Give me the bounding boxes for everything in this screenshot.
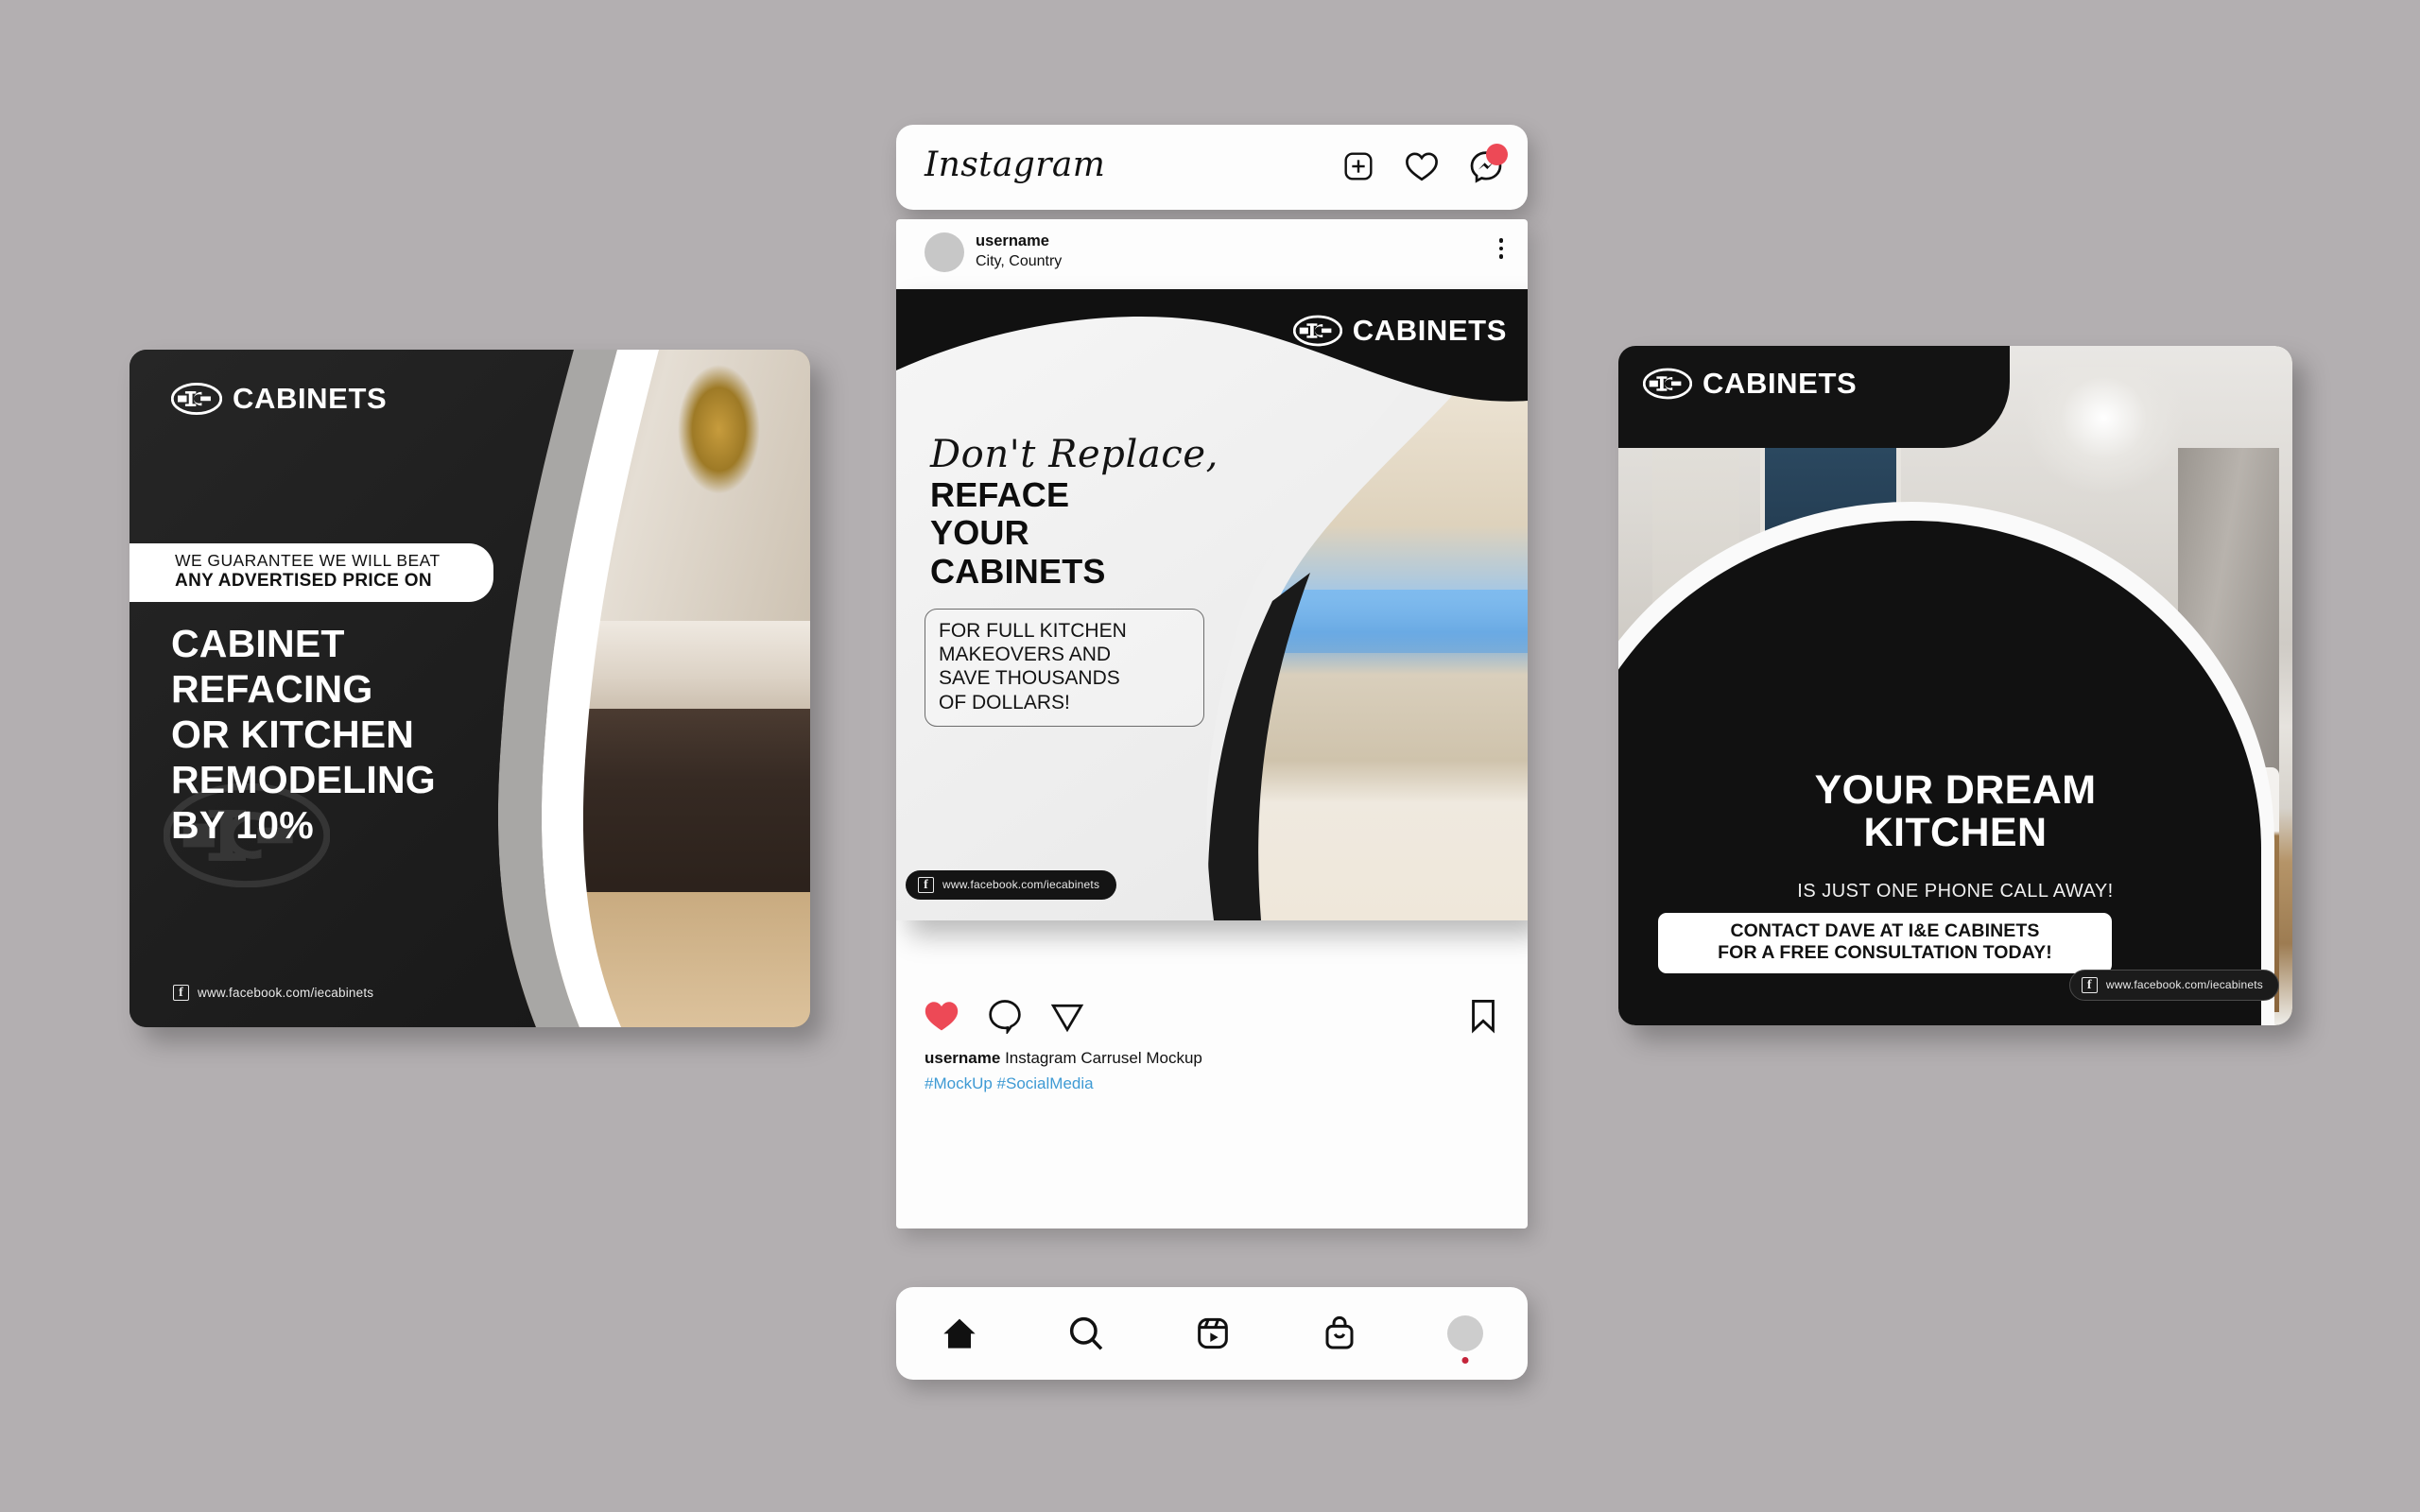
caption-text: Instagram Carrusel Mockup <box>1005 1049 1202 1067</box>
brand-logo-left: CABINETS <box>171 382 387 416</box>
instagram-wordmark[interactable]: Instagram <box>925 146 1105 184</box>
brand-logo-text: CABINETS <box>1352 314 1507 347</box>
post-user-row: username City, Country <box>896 219 1528 289</box>
post-caption: username Instagram Carrusel Mockup <box>925 1049 1202 1068</box>
slide-right-headline: YOUR DREAM KITCHEN <box>1814 767 2097 856</box>
bookmark-icon[interactable] <box>1469 998 1497 1034</box>
activity-heart-icon[interactable] <box>1405 150 1439 182</box>
search-icon[interactable] <box>1067 1314 1105 1352</box>
post-hashtags[interactable]: #MockUp #SocialMedia <box>925 1074 1094 1093</box>
ie-oval-logo-icon <box>171 383 222 415</box>
slide-right-subline: IS JUST ONE PHONE CALL AWAY! <box>1797 881 2114 902</box>
guarantee-line-1: WE GUARANTEE WE WILL BEAT <box>175 551 441 570</box>
brand-logo-middle: CABINETS <box>1292 314 1507 348</box>
share-icon[interactable] <box>1049 998 1085 1034</box>
instagram-bottom-nav <box>896 1287 1528 1380</box>
instagram-post: username City, Country CABINETS Don't Re… <box>896 219 1528 1228</box>
like-icon[interactable] <box>923 999 960 1033</box>
slide-middle-headline: REFACE YOUR CABINETS <box>930 475 1106 591</box>
more-options-icon[interactable] <box>1498 238 1503 259</box>
ie-oval-logo-icon <box>1643 368 1692 400</box>
instagram-header: Instagram <box>896 125 1528 210</box>
caption-username[interactable]: username <box>925 1049 1000 1067</box>
facebook-icon: f <box>2081 976 2098 993</box>
carousel-slide-right[interactable]: CABINETS YOUR DREAM KITCHEN IS JUST ONE … <box>1618 346 2292 1025</box>
photo-chandelier <box>2022 366 2185 496</box>
post-location[interactable]: City, Country <box>976 253 1062 270</box>
brand-logo-text: CABINETS <box>1703 367 1858 400</box>
slide-middle-script: Don't Replace, <box>930 433 1219 476</box>
facebook-handle-middle[interactable]: f www.facebook.com/iecabinets <box>906 870 1117 900</box>
instagram-header-actions <box>1342 144 1508 183</box>
carousel-slide-left[interactable]: CABINETS WE GUARANTEE WE WILL BEAT ANY A… <box>130 350 810 1027</box>
facebook-icon: f <box>173 985 189 1001</box>
facebook-url-text: www.facebook.com/iecabinets <box>2105 978 2263 992</box>
comment-icon[interactable] <box>987 998 1023 1034</box>
brand-logo-right: CABINETS <box>1643 367 1857 401</box>
slide-middle-subtext: FOR FULL KITCHEN MAKEOVERS AND SAVE THOU… <box>925 609 1204 727</box>
brand-logo-text: CABINETS <box>233 382 388 415</box>
facebook-url-text: www.facebook.com/iecabinets <box>942 878 1100 892</box>
post-action-bar <box>896 985 1528 1051</box>
slide-right-cta[interactable]: CONTACT DAVE AT I&E CABINETS FOR A FREE … <box>1658 913 2112 973</box>
messenger-badge <box>1486 144 1508 165</box>
home-icon[interactable] <box>941 1314 978 1352</box>
messenger-button[interactable] <box>1469 144 1508 183</box>
carousel-slide-middle[interactable]: CABINETS Don't Replace, REFACE YOUR CABI… <box>896 289 1528 920</box>
facebook-handle-left[interactable]: f www.facebook.com/iecabinets <box>173 985 373 1001</box>
mockup-stage: CABINETS WE GUARANTEE WE WILL BEAT ANY A… <box>0 0 2420 1512</box>
slide-left-headline: CABINET REFACING OR KITCHEN REMODELING B… <box>171 622 436 847</box>
facebook-url-text: www.facebook.com/iecabinets <box>198 986 374 1000</box>
facebook-handle-right[interactable]: f www.facebook.com/iecabinets <box>2068 970 2279 1001</box>
shop-bag-icon[interactable] <box>1321 1314 1358 1352</box>
reels-icon[interactable] <box>1194 1314 1232 1352</box>
ie-oval-logo-icon <box>1292 315 1342 347</box>
facebook-icon: f <box>918 876 934 893</box>
profile-notification-dot <box>1461 1357 1469 1364</box>
guarantee-badge: WE GUARANTEE WE WILL BEAT ANY ADVERTISED… <box>130 543 493 602</box>
avatar[interactable] <box>925 232 964 272</box>
post-username[interactable]: username <box>976 232 1049 250</box>
guarantee-line-2: ANY ADVERTISED PRICE ON <box>175 570 432 591</box>
profile-avatar[interactable] <box>1447 1315 1483 1364</box>
new-post-icon[interactable] <box>1342 150 1374 182</box>
